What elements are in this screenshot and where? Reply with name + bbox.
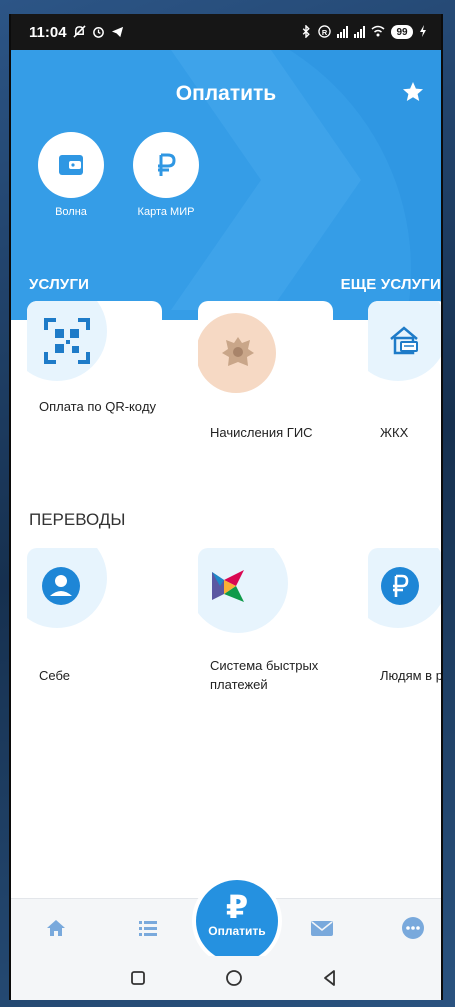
transfer-card-label: Система быстрых платежей bbox=[210, 658, 319, 692]
back-icon[interactable] bbox=[320, 968, 340, 988]
ruble-icon: ₽ bbox=[225, 889, 249, 925]
home-icon[interactable] bbox=[43, 915, 69, 941]
alarm-icon bbox=[92, 25, 105, 40]
quick-action-volna[interactable]: Волна bbox=[31, 132, 111, 218]
favorites-star-icon[interactable] bbox=[401, 80, 425, 104]
service-card-label: Оплата по QR-кoду bbox=[39, 399, 157, 414]
transfer-card-label: Людям в ру bbox=[380, 668, 443, 683]
service-card-label: ЖКХ bbox=[380, 425, 409, 440]
phone-screen: 11:04 R 99 Оплатить Волна Карта МИР УСЛУ… bbox=[9, 14, 443, 1000]
recents-icon[interactable] bbox=[128, 968, 148, 988]
more-services-link[interactable]: ЕЩЕ УСЛУГИ bbox=[341, 276, 441, 293]
mute-icon bbox=[72, 24, 86, 40]
transfer-card-label: Себе bbox=[39, 668, 71, 683]
telegram-icon bbox=[111, 25, 124, 40]
mail-icon[interactable] bbox=[309, 915, 335, 941]
user-icon bbox=[33, 558, 89, 614]
transfer-card-people[interactable]: Людям в ру bbox=[368, 548, 443, 708]
system-nav-bar bbox=[11, 956, 441, 1000]
wallet-icon bbox=[38, 132, 104, 198]
header: Оплатить Волна Карта МИР УСЛУГИ ЕЩЕ УСЛУ… bbox=[11, 50, 441, 320]
more-icon[interactable] bbox=[400, 915, 426, 941]
qr-code-icon bbox=[39, 313, 95, 369]
svg-text:R: R bbox=[322, 27, 328, 36]
services-section-title: УСЛУГИ bbox=[29, 276, 90, 293]
coat-of-arms-icon bbox=[210, 325, 266, 381]
bluetooth-icon bbox=[300, 23, 312, 40]
service-card-zhkh[interactable]: ЖКХ bbox=[368, 301, 441, 451]
list-icon[interactable] bbox=[135, 915, 161, 941]
transfer-card-self[interactable]: Себе bbox=[27, 548, 162, 708]
charging-icon bbox=[419, 25, 427, 39]
wifi-icon bbox=[371, 25, 385, 39]
pay-button[interactable]: ₽ Оплатить bbox=[196, 880, 278, 962]
house-bill-icon bbox=[376, 313, 432, 369]
page-title: Оплатить bbox=[175, 82, 277, 105]
transfer-card-sbp[interactable]: Система быстрых платежей bbox=[198, 548, 333, 708]
signal-icon bbox=[337, 26, 348, 38]
roaming-icon: R bbox=[318, 24, 331, 40]
service-card-label: Начисления ГИС bbox=[210, 425, 313, 440]
quick-action-label: Волна bbox=[55, 206, 87, 218]
status-bar: 11:04 R 99 bbox=[11, 14, 441, 50]
service-card-qr[interactable]: Оплата по QR-кoду bbox=[27, 301, 162, 451]
home-system-icon[interactable] bbox=[224, 968, 244, 988]
quick-action-mir-card[interactable]: Карта МИР bbox=[126, 132, 206, 218]
signal-icon-2 bbox=[354, 26, 365, 38]
quick-action-label: Карта МИР bbox=[137, 206, 195, 218]
transfers-section-title: ПЕРЕВОДЫ bbox=[29, 510, 126, 529]
pay-button-label: Оплатить bbox=[208, 924, 266, 938]
sbp-logo-icon bbox=[200, 558, 256, 614]
service-card-gis[interactable]: Начисления ГИС bbox=[198, 301, 333, 451]
ruble-icon bbox=[133, 132, 199, 198]
status-time: 11:04 bbox=[29, 23, 67, 41]
ruble-icon bbox=[372, 558, 428, 614]
battery-indicator: 99 bbox=[391, 25, 413, 39]
